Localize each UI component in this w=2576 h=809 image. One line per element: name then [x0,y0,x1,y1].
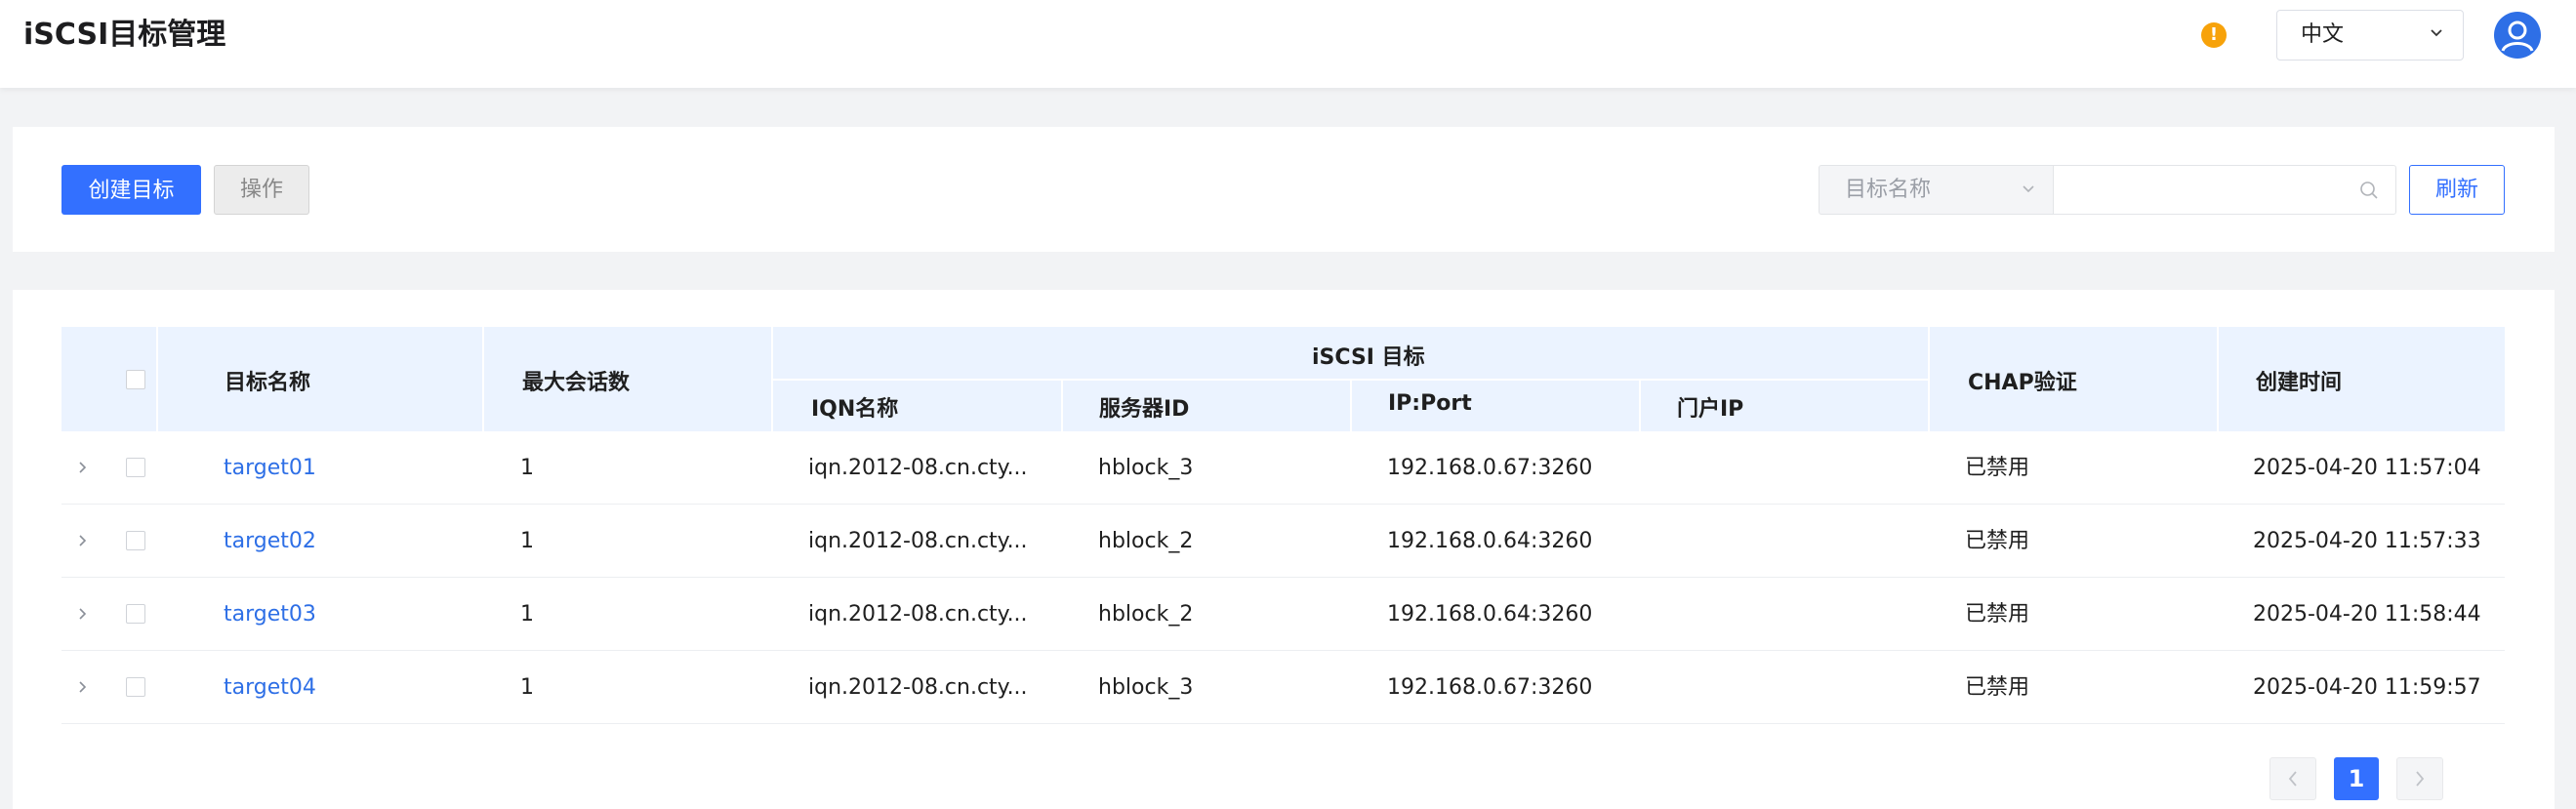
header-divider [1061,380,1063,431]
row-checkbox[interactable] [126,458,145,477]
warning-icon[interactable]: ! [2201,22,2227,48]
top-header: iSCSI目标管理 ! 中文 [0,0,2576,88]
page-title: iSCSI目标管理 [23,18,226,52]
chevron-down-icon [2023,185,2034,193]
expand-chevron-icon[interactable] [75,606,89,622]
iqn-cell: iqn.2012-08.cn.cty... [808,602,1028,627]
search-input[interactable] [2053,165,2396,215]
chevron-right-icon [2416,771,2425,787]
header-divider [1639,380,1641,431]
language-select-value: 中文 [2301,22,2345,47]
table-row: target03 1 iqn.2012-08.cn.cty... hblock_… [61,578,2505,651]
expand-chevron-icon[interactable] [75,460,89,475]
ip-port-cell: 192.168.0.64:3260 [1387,529,1593,553]
column-header-portal-ip[interactable]: 门户IP [1677,391,1743,423]
table-row: target01 1 iqn.2012-08.cn.cty... hblock_… [61,431,2505,505]
ip-port-cell: 192.168.0.67:3260 [1387,675,1593,700]
user-icon [2501,20,2534,52]
header-divider [1350,380,1352,431]
max-sessions-cell: 1 [520,456,534,480]
table-row: target02 1 iqn.2012-08.cn.cty... hblock_… [61,505,2505,578]
header-divider [1928,327,1930,431]
column-header-created[interactable]: 创建时间 [2256,365,2342,396]
column-header-ip-port[interactable]: IP:Port [1388,391,1472,416]
expand-chevron-icon[interactable] [75,533,89,548]
server-id-cell: hblock_3 [1098,675,1194,700]
chevron-down-icon [2431,29,2442,37]
language-select[interactable]: 中文 [2276,10,2464,61]
max-sessions-cell: 1 [520,675,534,700]
ip-port-cell: 192.168.0.67:3260 [1387,456,1593,480]
chevron-left-icon [2288,771,2297,787]
chap-cell: 已禁用 [1965,456,2030,480]
target-name-link[interactable]: target01 [224,431,316,505]
page-number-button[interactable]: 1 [2334,757,2379,800]
column-header-server-id[interactable]: 服务器ID [1099,391,1189,423]
header-divider [156,327,158,431]
server-id-cell: hblock_2 [1098,529,1194,553]
chap-cell: 已禁用 [1965,675,2030,700]
column-header-max-sessions[interactable]: 最大会话数 [522,365,630,396]
created-time-cell: 2025-04-20 11:57:33 [2253,529,2481,553]
target-name-link[interactable]: target02 [224,505,316,578]
chap-cell: 已禁用 [1965,529,2030,553]
iqn-cell: iqn.2012-08.cn.cty... [808,529,1028,553]
prev-page-button[interactable] [2269,757,2316,800]
operate-button: 操作 [214,165,309,215]
user-avatar-icon[interactable] [2494,12,2541,59]
column-header-chap[interactable]: CHAP验证 [1968,365,2077,396]
target-name-link[interactable]: target03 [224,578,316,651]
refresh-button[interactable]: 刷新 [2409,165,2505,215]
select-all-checkbox[interactable] [126,370,145,389]
header-divider [482,327,484,431]
filter-field-select[interactable]: 目标名称 [1819,165,2054,215]
search-icon[interactable] [2358,180,2380,201]
next-page-button[interactable] [2396,757,2443,800]
max-sessions-cell: 1 [520,529,534,553]
header-divider [771,379,1928,381]
filter-field-value: 目标名称 [1845,178,1932,202]
row-checkbox[interactable] [126,604,145,624]
created-time-cell: 2025-04-20 11:57:04 [2253,456,2481,480]
created-time-cell: 2025-04-20 11:58:44 [2253,602,2481,627]
iqn-cell: iqn.2012-08.cn.cty... [808,675,1028,700]
row-checkbox[interactable] [126,531,145,550]
max-sessions-cell: 1 [520,602,534,627]
ip-port-cell: 192.168.0.64:3260 [1387,602,1593,627]
table-row: target04 1 iqn.2012-08.cn.cty... hblock_… [61,651,2505,724]
iqn-cell: iqn.2012-08.cn.cty... [808,456,1028,480]
row-checkbox[interactable] [126,677,145,697]
server-id-cell: hblock_2 [1098,602,1194,627]
target-name-link[interactable]: target04 [224,651,316,724]
column-group-iscsi-target: iSCSI 目标 [1312,345,1425,370]
expand-chevron-icon[interactable] [75,679,89,695]
header-divider [2217,327,2219,431]
create-target-button[interactable]: 创建目标 [61,165,201,215]
created-time-cell: 2025-04-20 11:59:57 [2253,675,2481,700]
column-header-name[interactable]: 目标名称 [225,365,310,396]
column-header-iqn[interactable]: IQN名称 [811,391,898,423]
chap-cell: 已禁用 [1965,602,2030,627]
server-id-cell: hblock_3 [1098,456,1194,480]
